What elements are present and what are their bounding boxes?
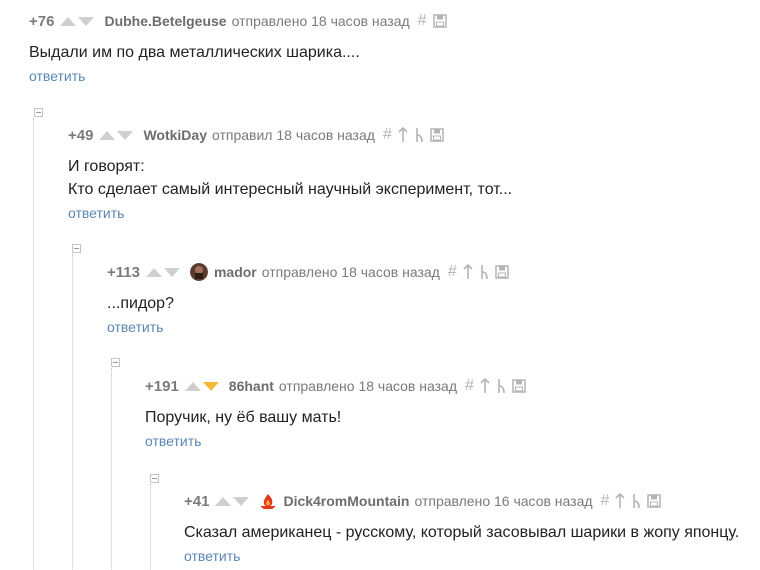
save-icon[interactable] bbox=[647, 494, 662, 508]
comment-score: +113 bbox=[107, 263, 140, 281]
downvote-icon[interactable] bbox=[163, 267, 180, 277]
upvote-icon[interactable] bbox=[145, 267, 162, 277]
comment-score: +76 bbox=[29, 12, 55, 30]
hash-icon[interactable]: # bbox=[383, 127, 392, 143]
comment-text-line: Поручик, ну ёб вашу мать! bbox=[145, 409, 342, 426]
vote-controls bbox=[145, 267, 182, 277]
comment-text: И говорят: Кто сделает самый интересный … bbox=[68, 155, 512, 201]
hash-icon[interactable]: # bbox=[448, 264, 457, 280]
avatar[interactable] bbox=[189, 263, 208, 281]
save-icon[interactable] bbox=[432, 14, 447, 28]
comment-header: +191 86hant отправлено 18 часов назад # bbox=[145, 376, 532, 396]
comment: +49 WotkiDay отправил 18 часов назад # И… bbox=[68, 125, 512, 223]
thread-line bbox=[33, 118, 34, 570]
comment-text-line: ...пидор? bbox=[107, 295, 174, 312]
comment-timestamp[interactable]: отправлено 18 часов назад bbox=[279, 378, 457, 394]
save-icon[interactable] bbox=[495, 265, 509, 279]
vote-controls bbox=[99, 130, 135, 140]
comment-score: +191 bbox=[145, 377, 179, 395]
downvote-icon[interactable] bbox=[233, 496, 250, 506]
vote-controls bbox=[60, 16, 96, 26]
comment-text: ...пидор? bbox=[107, 292, 515, 315]
save-icon[interactable] bbox=[512, 379, 526, 393]
branch-icon[interactable] bbox=[414, 127, 424, 143]
comment-text: Поручик, ну ёб вашу мать! bbox=[145, 406, 532, 429]
comment-text-line: Сказал американец - русскому, который за… bbox=[184, 524, 740, 541]
branch-icon[interactable] bbox=[631, 493, 641, 509]
comment-timestamp[interactable]: отправлено 18 часов назад bbox=[232, 13, 410, 29]
downvote-icon[interactable] bbox=[202, 381, 219, 391]
downvote-icon[interactable] bbox=[78, 16, 95, 26]
save-icon[interactable] bbox=[430, 128, 444, 142]
vote-controls bbox=[215, 496, 251, 506]
arrow-up-icon[interactable] bbox=[398, 127, 408, 143]
comment-timestamp[interactable]: отправил 18 часов назад bbox=[212, 127, 375, 143]
reply-link[interactable]: ответить bbox=[184, 548, 240, 564]
avatar[interactable] bbox=[259, 492, 278, 510]
reply-link[interactable]: ответить bbox=[29, 68, 85, 84]
comment-header: +76 Dubhe.Betelgeuse отправлено 18 часов… bbox=[29, 11, 453, 31]
comment-author[interactable]: WotkiDay bbox=[143, 127, 207, 143]
hash-icon[interactable]: # bbox=[601, 493, 610, 509]
comment-author[interactable]: Dick4romMountain bbox=[283, 493, 409, 509]
comment: +41 Dick4romMountain отправлено 16 часов… bbox=[184, 491, 739, 566]
comment-author[interactable]: 86hant bbox=[229, 378, 274, 394]
reply-link[interactable]: ответить bbox=[107, 319, 163, 335]
branch-icon[interactable] bbox=[496, 378, 506, 394]
reply-link[interactable]: ответить bbox=[145, 433, 201, 449]
comment: +191 86hant отправлено 18 часов назад # … bbox=[145, 376, 532, 451]
comment-text-line: Кто сделает самый интересный научный экс… bbox=[68, 181, 513, 198]
branch-icon[interactable] bbox=[479, 264, 489, 280]
collapse-toggle[interactable] bbox=[150, 474, 159, 483]
comment-text: Выдали им по два металлических шарика...… bbox=[29, 41, 453, 64]
thread-line bbox=[111, 368, 112, 570]
thread-line bbox=[150, 484, 151, 570]
comment-score: +41 bbox=[184, 492, 210, 510]
upvote-icon[interactable] bbox=[215, 496, 232, 506]
comment: +113 mador отправлено 18 часов назад # .… bbox=[107, 262, 515, 337]
comment-header: +41 Dick4romMountain отправлено 16 часов… bbox=[184, 491, 739, 511]
upvote-icon[interactable] bbox=[184, 381, 201, 391]
comment-text-line: И говорят: bbox=[68, 158, 145, 175]
comment: +76 Dubhe.Betelgeuse отправлено 18 часов… bbox=[29, 11, 453, 86]
collapse-toggle[interactable] bbox=[72, 244, 81, 253]
comment-header: +113 mador отправлено 18 часов назад # bbox=[107, 262, 515, 282]
arrow-up-icon[interactable] bbox=[463, 264, 473, 280]
upvote-icon[interactable] bbox=[60, 16, 77, 26]
upvote-icon[interactable] bbox=[99, 130, 116, 140]
vote-controls bbox=[184, 381, 221, 391]
comment-header: +49 WotkiDay отправил 18 часов назад # bbox=[68, 125, 512, 145]
comment-score: +49 bbox=[68, 126, 94, 144]
hash-icon[interactable]: # bbox=[418, 13, 427, 29]
hash-icon[interactable]: # bbox=[465, 378, 474, 394]
comment-text-line: Выдали им по два металлических шарика...… bbox=[29, 44, 360, 61]
comment-text: Сказал американец - русскому, который за… bbox=[184, 521, 739, 544]
thread-line bbox=[72, 254, 73, 570]
comment-timestamp[interactable]: отправлено 16 часов назад bbox=[414, 493, 592, 509]
downvote-icon[interactable] bbox=[117, 130, 134, 140]
collapse-toggle[interactable] bbox=[34, 108, 43, 117]
comment-author[interactable]: mador bbox=[214, 264, 257, 280]
collapse-toggle[interactable] bbox=[111, 358, 120, 367]
arrow-up-icon[interactable] bbox=[615, 493, 626, 509]
arrow-up-icon[interactable] bbox=[480, 378, 490, 394]
reply-link[interactable]: ответить bbox=[68, 205, 124, 221]
comment-author[interactable]: Dubhe.Betelgeuse bbox=[104, 13, 226, 29]
comment-timestamp[interactable]: отправлено 18 часов назад bbox=[262, 264, 440, 280]
